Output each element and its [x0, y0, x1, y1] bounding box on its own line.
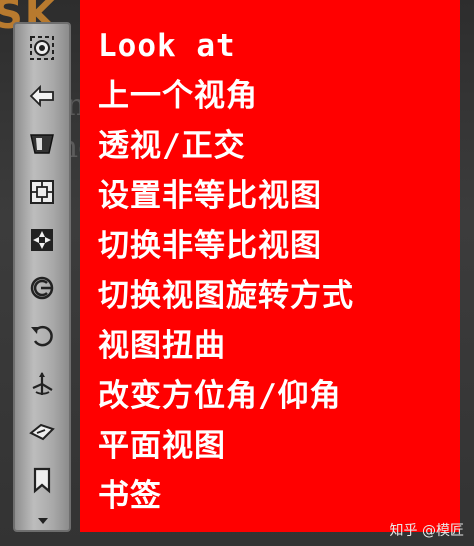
view-twist-button[interactable]: [24, 318, 60, 354]
bookmark-icon: [33, 467, 51, 494]
annotation-panel: Look at 上一个视角 透视/正交 设置非等比视图 切换非等比视图 切换视图…: [80, 0, 460, 532]
look-at-button[interactable]: [24, 30, 60, 66]
set-nonuniform-view-button[interactable]: [24, 174, 60, 210]
label-set-nonuniform-view: 设置非等比视图: [98, 178, 322, 214]
plane-view-button[interactable]: [24, 414, 60, 450]
toggle-nonuniform-view-icon: [31, 229, 53, 251]
perspective-ortho-button[interactable]: [24, 126, 60, 162]
label-perspective-ortho: 透视/正交: [98, 128, 246, 164]
perspective-ortho-icon: [30, 134, 54, 154]
label-look-at: Look at: [98, 28, 236, 64]
rotation-mode-icon: [30, 276, 54, 300]
toggle-nonuniform-view-button[interactable]: [24, 222, 60, 258]
label-rotation-mode: 切换视图旋转方式: [98, 278, 354, 314]
rotation-mode-button[interactable]: [24, 270, 60, 306]
label-view-twist: 视图扭曲: [98, 328, 226, 364]
label-azimuth-elevation: 改变方位角/仰角: [98, 378, 342, 414]
previous-view-button[interactable]: [24, 78, 60, 114]
label-toggle-nonuniform-view: 切换非等比视图: [98, 228, 322, 264]
label-plane-view: 平面视图: [98, 428, 226, 464]
label-bookmark: 书签: [98, 478, 162, 514]
toolbar-dropdown-arrow[interactable]: [38, 518, 48, 524]
label-previous-view: 上一个视角: [98, 78, 258, 114]
bookmark-button[interactable]: [24, 462, 60, 498]
previous-view-icon: [29, 84, 54, 108]
view-toolbar: [13, 22, 71, 532]
set-nonuniform-view-icon: [30, 180, 54, 204]
look-at-icon: [30, 36, 54, 60]
azimuth-elevation-button[interactable]: [24, 366, 60, 402]
plane-view-icon: [29, 423, 55, 441]
credit-watermark: 知乎 @模匠: [389, 523, 464, 539]
view-twist-icon: [31, 325, 53, 347]
azimuth-elevation-icon: [32, 372, 53, 395]
